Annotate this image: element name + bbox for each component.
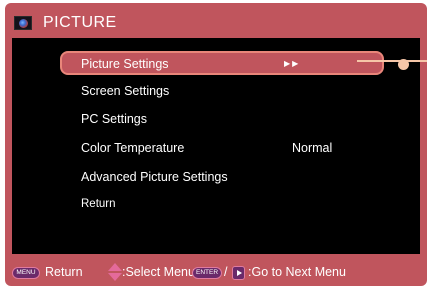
right-key-icon [232,266,245,280]
up-down-icon [108,263,122,281]
picture-icon [14,16,32,30]
menu-item-advanced-picture-settings[interactable]: Advanced Picture Settings [81,170,228,184]
enter-key-icon: ENTER [192,267,222,279]
menu-item-screen-settings[interactable]: Screen Settings [81,84,169,98]
footer-slash: / [224,265,228,279]
footer-return-label: Return [45,265,83,279]
menu-item-color-temperature[interactable]: Color Temperature [81,141,184,155]
page-title: PICTURE [43,14,117,31]
menu-item-return[interactable]: Return [81,198,116,210]
submenu-arrow-icon: ▶▶ [284,59,301,68]
picture-menu-frame: PICTURE ▶▶ Picture Settings Screen Setti… [5,3,427,286]
footer-next-label: :Go to Next Menu [248,265,346,279]
lens-icon [19,19,28,28]
menu-panel: ▶▶ Picture Settings Screen Settings PC S… [12,38,420,254]
pointer-line [357,60,427,62]
footer-select-label: :Select Menu [122,265,195,279]
color-temperature-value: Normal [292,141,333,155]
menu-item-pc-settings[interactable]: PC Settings [81,112,147,126]
menu-key-icon: MENU [12,267,40,279]
menu-item-picture-settings[interactable]: Picture Settings [81,57,169,71]
